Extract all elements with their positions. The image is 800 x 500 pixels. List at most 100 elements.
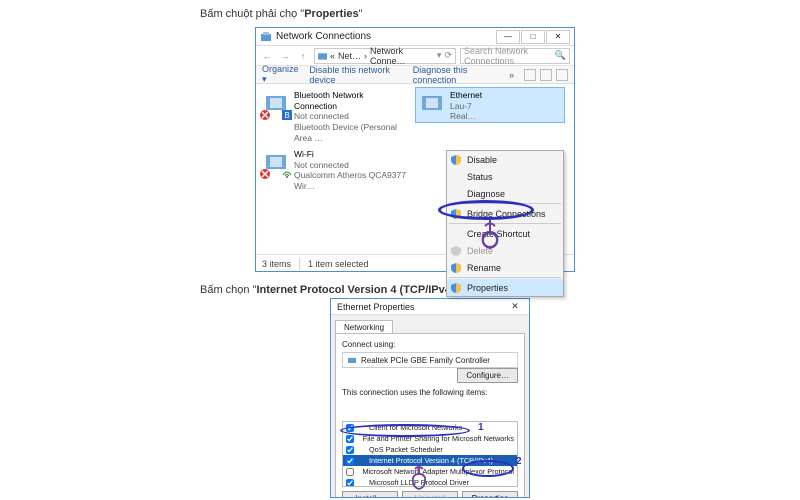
text: " [359, 8, 363, 20]
breadcrumb-seg[interactable]: Network Conne… [370, 46, 434, 66]
refresh-icon[interactable]: ⟳ [444, 50, 452, 61]
search-input[interactable]: Search Network Connections 🔍 [460, 48, 570, 64]
dropdown-icon[interactable]: ▾ [437, 50, 442, 61]
svg-text:B: B [284, 111, 289, 120]
checkbox[interactable] [346, 424, 354, 432]
diagnose-button[interactable]: Diagnose this connection [413, 65, 499, 85]
up-button[interactable]: ↑ [296, 49, 310, 63]
checkbox[interactable] [346, 457, 354, 465]
shield-icon [450, 282, 462, 294]
install-button[interactable]: Install… [342, 491, 398, 498]
back-button[interactable]: ← [260, 49, 274, 63]
breadcrumb-seg[interactable]: « [330, 51, 335, 61]
text-bold: Properties [304, 8, 358, 20]
bluetooth-icon: B [262, 90, 290, 118]
connection-item-bluetooth[interactable]: B Bluetooth Network Connection Not conne… [260, 88, 408, 145]
view-icon[interactable] [540, 69, 552, 81]
adapter-icon [347, 355, 357, 365]
menu-bridge[interactable]: Bridge Connections [447, 205, 563, 222]
component-icon [357, 445, 366, 454]
ethernet-properties-window: Ethernet Properties ✕ Networking Connect… [330, 298, 530, 498]
annotation-2: 2 [516, 456, 522, 467]
maximize-button[interactable]: □ [521, 30, 545, 44]
close-button[interactable]: ✕ [507, 301, 523, 312]
shield-icon [450, 154, 462, 166]
connection-item-ethernet[interactable]: Ethernet Lau-7 Real… [416, 88, 564, 122]
component-icon [357, 423, 366, 432]
folder-icon [318, 51, 327, 61]
disabled-badge-icon [260, 169, 270, 179]
breadcrumb-seg[interactable]: Net… [338, 51, 361, 61]
forward-button[interactable]: → [278, 49, 292, 63]
bluetooth-badge-icon: B [282, 110, 292, 120]
list-item[interactable]: File and Printer Sharing for Microsoft N… [343, 433, 517, 444]
connections-area: B Bluetooth Network Connection Not conne… [256, 84, 574, 254]
text: Bấm chuột phải chọ " [200, 8, 304, 20]
menu-shortcut[interactable]: Create Shortcut [447, 225, 563, 242]
checkbox[interactable] [346, 479, 354, 487]
components-list[interactable]: Client for Microsoft Networks File and P… [342, 421, 518, 487]
item-count: 3 items [262, 259, 291, 269]
toolbar: Organize ▾ Disable this network device D… [256, 66, 574, 84]
window-title: Network Connections [276, 31, 371, 42]
connection-info: Ethernet Lau-7 Real… [450, 90, 482, 120]
control-panel-icon [260, 31, 272, 43]
ethernet-icon [418, 90, 446, 118]
configure-button[interactable]: Configure… [457, 368, 518, 383]
adapter-name: Realtek PCIe GBE Family Controller [361, 356, 490, 365]
list-item[interactable]: Microsoft Network Adapter Multiplexor Pr… [343, 466, 517, 477]
disable-device-button[interactable]: Disable this network device [309, 65, 402, 85]
window-title: Ethernet Properties [337, 302, 415, 312]
connect-using-label: Connect using: [342, 340, 518, 349]
organize-menu[interactable]: Organize ▾ [262, 64, 299, 85]
view-icon[interactable] [524, 69, 536, 81]
instruction-1: Bấm chuột phải chọ "Properties" [200, 8, 363, 20]
text-bold: Internet Protocol Version 4 (TCP/IPv4) [257, 284, 455, 296]
text: Bấm chọn " [200, 284, 257, 296]
search-placeholder: Search Network Connections [464, 46, 555, 66]
list-item[interactable]: Client for Microsoft Networks [343, 422, 517, 433]
search-icon: 🔍 [555, 50, 566, 61]
disabled-badge-icon [260, 110, 270, 120]
uses-label: This connection uses the following items… [342, 388, 518, 397]
adapter-field: Realtek PCIe GBE Family Controller [342, 352, 518, 368]
menu-delete: Delete [447, 242, 563, 259]
menu-disable[interactable]: Disable [447, 151, 563, 168]
connection-info: Wi-Fi Not connected Qualcomm Atheros QCA… [294, 149, 406, 192]
menu-rename[interactable]: Rename [447, 259, 563, 276]
menu-properties[interactable]: Properties [447, 279, 563, 296]
checkbox[interactable] [346, 446, 354, 454]
minimize-button[interactable]: — [496, 30, 520, 44]
checkbox[interactable] [346, 435, 354, 443]
more-button[interactable]: » [509, 70, 514, 80]
network-connections-window: Network Connections — □ ✕ ← → ↑ « Net… ›… [255, 27, 575, 272]
component-icon [357, 456, 366, 465]
uninstall-button: Uninstall [402, 491, 458, 498]
component-icon [357, 478, 366, 487]
close-button[interactable]: ✕ [546, 30, 570, 44]
breadcrumb[interactable]: « Net… › Network Conne… ▾ ⟳ [314, 48, 456, 64]
help-icon[interactable] [556, 69, 568, 81]
list-item[interactable]: QoS Packet Scheduler [343, 444, 517, 455]
properties-button[interactable]: Properties [462, 491, 518, 498]
connection-info: Bluetooth Network Connection Not connect… [294, 90, 406, 143]
titlebar[interactable]: Ethernet Properties ✕ [331, 299, 529, 315]
shield-icon [450, 262, 462, 274]
wifi-icon [262, 149, 290, 177]
context-menu: Disable Status Diagnose Bridge Connectio… [446, 150, 564, 297]
annotation-1: 1 [478, 422, 484, 433]
wifi-badge-icon [282, 169, 292, 179]
breadcrumb-sep: › [364, 51, 367, 61]
menu-diagnose[interactable]: Diagnose [447, 185, 563, 202]
address-bar: ← → ↑ « Net… › Network Conne… ▾ ⟳ Search… [256, 46, 574, 66]
connection-item-wifi[interactable]: Wi-Fi Not connected Qualcomm Atheros QCA… [260, 147, 408, 194]
list-item[interactable]: Microsoft LLDP Protocol Driver [343, 477, 517, 487]
networking-panel: Connect using: Realtek PCIe GBE Family C… [335, 333, 525, 498]
shield-icon [450, 208, 462, 220]
titlebar[interactable]: Network Connections — □ ✕ [256, 28, 574, 46]
component-icon [357, 467, 359, 476]
menu-status[interactable]: Status [447, 168, 563, 185]
checkbox[interactable] [346, 468, 354, 476]
list-item-tcpipv4[interactable]: Internet Protocol Version 4 (TCP/IPv4) [343, 455, 517, 466]
tab-networking[interactable]: Networking [335, 320, 393, 334]
